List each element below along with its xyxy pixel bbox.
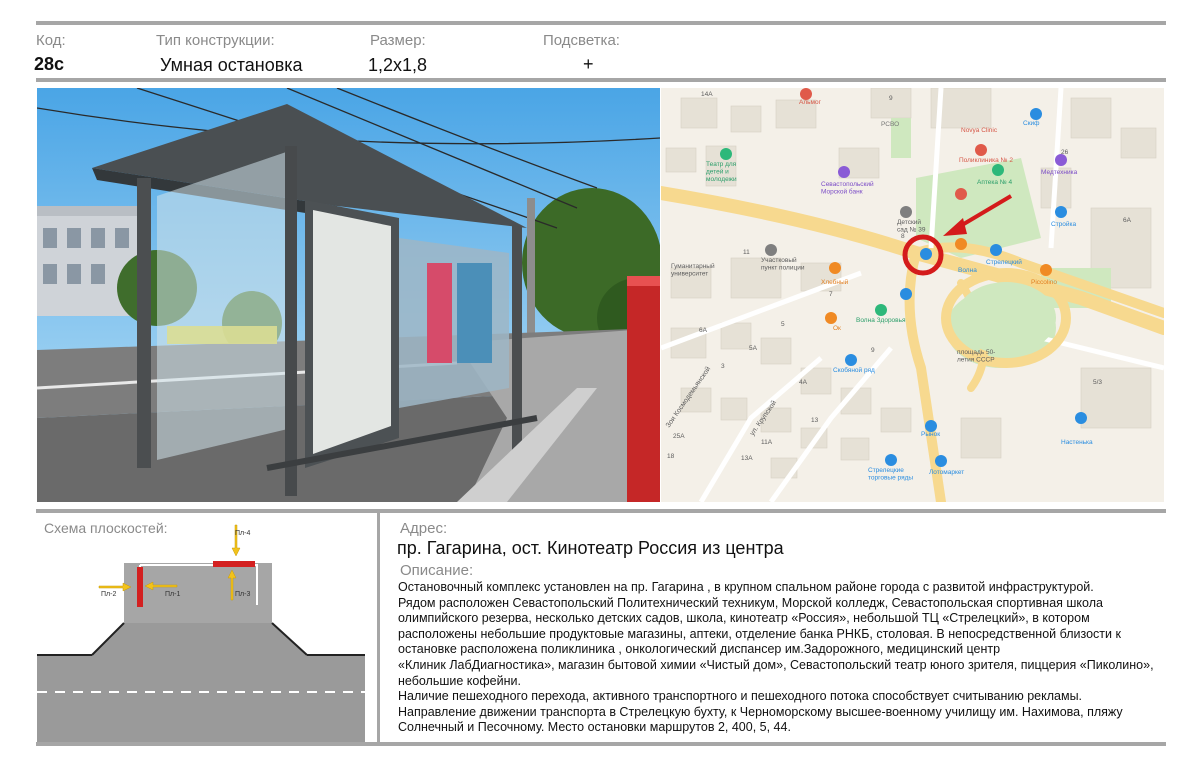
- map-label-rynok: Рынок: [921, 431, 940, 438]
- type-value: Умная остановка: [160, 55, 303, 75]
- map-label-novya: Novya Clinic: [961, 127, 998, 134]
- plane-1-mark: [137, 567, 143, 607]
- code-label: Код:: [36, 32, 66, 49]
- map-label-l13a: 13А: [741, 455, 753, 462]
- map-label-l5: 5: [781, 321, 785, 328]
- map-label-l8: 8: [901, 233, 905, 240]
- map-label-l3: 3: [721, 363, 725, 370]
- light-value: +: [583, 54, 594, 74]
- map-label-stroyka: Стройка: [1051, 220, 1077, 228]
- location-map[interactable]: 14А Альмог РСВО 9 Novya Clinic Скиф Теат…: [661, 88, 1164, 502]
- label-pl4: Пл-4: [235, 530, 250, 537]
- code-value: 28с: [34, 54, 65, 74]
- map-label-l9b: 9: [871, 347, 875, 354]
- label-pl1: Пл-1: [165, 591, 180, 598]
- description-text: Остановочный комплекс установлен на пр. …: [398, 580, 1154, 735]
- map-label-rsvo: РСВО: [881, 121, 899, 128]
- map-label-poli: Поликлиника № 2: [959, 157, 1013, 164]
- map-label-volna_zd: Волна Здоровья: [856, 317, 906, 324]
- map-label-l7: 7: [829, 291, 833, 298]
- ad-sheet: Код: 28с Тип конструкции: Умная остановк…: [0, 0, 1200, 768]
- map-label-l9: 9: [889, 95, 893, 102]
- map-label-l5_3: 5/3: [1093, 379, 1102, 386]
- map-label-l4a: 4А: [799, 379, 808, 386]
- scheme-road: [37, 623, 365, 742]
- map-label-almog: Альмог: [799, 99, 822, 106]
- bus-stop-photo-illustration: [37, 88, 660, 502]
- map-label-l11: 11: [743, 249, 750, 256]
- map-label-l6a2: 6А: [699, 327, 708, 334]
- map-label-picco: Piccolino: [1031, 279, 1057, 286]
- map-label-ploshad: площадь 50-летия СССР: [957, 349, 995, 364]
- address-label: Адрес:: [400, 520, 448, 537]
- top-rule: [36, 21, 1166, 25]
- label-pl2: Пл-2: [101, 591, 116, 598]
- map-label-volna: Волна: [958, 267, 977, 274]
- description-label: Описание:: [400, 562, 474, 579]
- map-label-nasten: Настенька: [1061, 439, 1093, 446]
- header-rule: [36, 78, 1166, 82]
- map-label-l11a: 11А: [761, 439, 773, 446]
- location-map-illustration: 14А Альмог РСВО 9 Novya Clinic Скиф Теат…: [661, 88, 1164, 502]
- map-label-l26: 26: [1061, 149, 1069, 156]
- map-label-l13: 13: [811, 417, 819, 424]
- lower-vertical-divider: [377, 513, 380, 742]
- map-label-medt: Медтехника: [1041, 169, 1078, 176]
- label-pl3: Пл-3: [235, 591, 250, 598]
- map-label-l14a: 14А: [701, 91, 713, 98]
- map-label-ok: Ок: [833, 325, 841, 332]
- size-value: 1,2х1,8: [368, 55, 428, 75]
- bus-stop-photo: [37, 88, 660, 502]
- address-value: пр. Гагарина, ост. Кинотеатр Россия из ц…: [397, 538, 784, 558]
- light-label: Подсветка:: [543, 32, 620, 49]
- plane-4-mark: [213, 561, 255, 567]
- map-label-l6a: 6А: [1123, 217, 1132, 224]
- map-label-strel: Стрелецкий: [986, 258, 1022, 266]
- map-label-l25a: 25А: [673, 433, 685, 440]
- map-label-l18: 18: [667, 453, 675, 460]
- map-label-l5a: 5А: [749, 345, 758, 352]
- map-label-loto: Лотомаркет: [929, 469, 964, 476]
- map-label-hlebny: Хлебный: [821, 278, 849, 286]
- map-label-apteka: Аптека № 4: [977, 179, 1013, 186]
- map-label-skor: Скобяной ряд: [833, 366, 875, 374]
- lower-top-rule: [36, 509, 1166, 513]
- map-label-skif: Скиф: [1023, 120, 1040, 127]
- scheme-diagram: Пл-4 Пл-2 Пл-1 Пл-3: [37, 524, 365, 742]
- type-label: Тип конструкции:: [156, 32, 275, 49]
- size-label: Размер:: [370, 32, 426, 49]
- bottom-rule: [36, 742, 1166, 746]
